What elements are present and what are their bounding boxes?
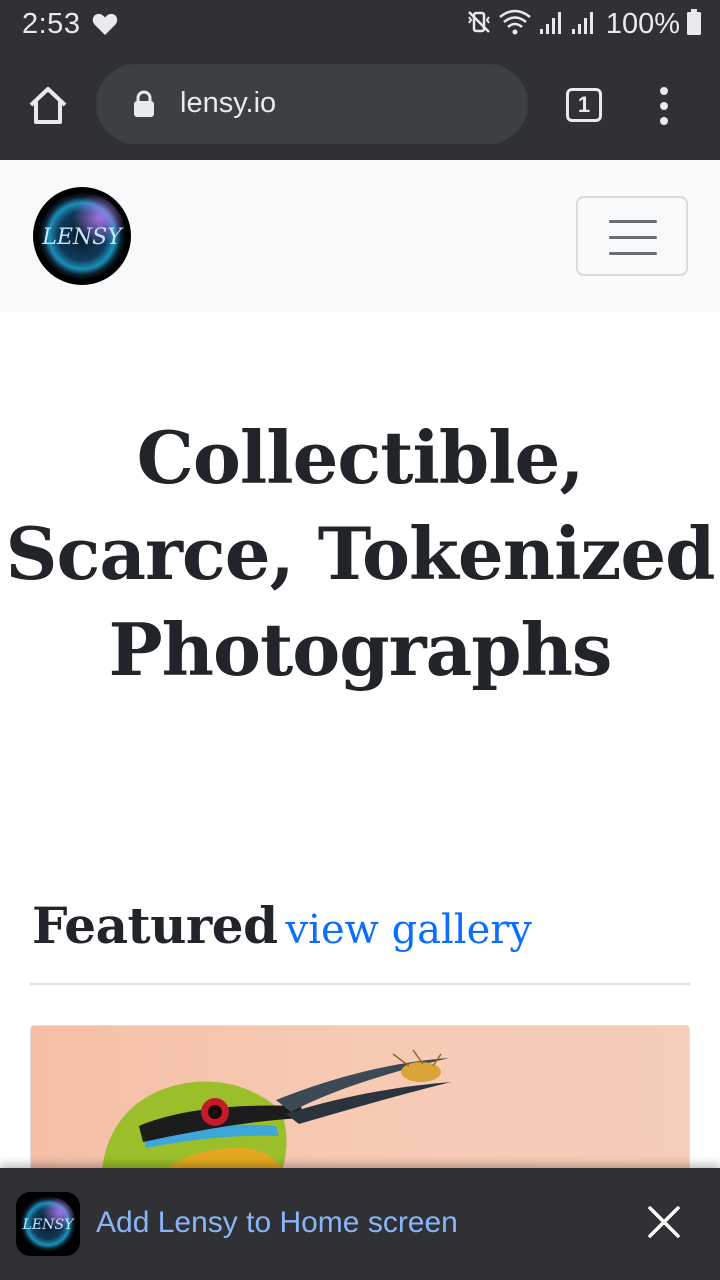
- battery-icon: [686, 8, 702, 41]
- signal-icon: [538, 9, 564, 40]
- hero-heading: Collectible, Scarce, Tokenized Photograp…: [0, 410, 720, 698]
- add-to-home-text[interactable]: Add Lensy to Home screen: [96, 1206, 458, 1240]
- navbar-toggle-button[interactable]: [576, 196, 688, 276]
- hamburger-menu-icon: [609, 236, 657, 239]
- wifi-icon: [498, 8, 532, 41]
- close-banner-button[interactable]: [646, 1204, 682, 1240]
- lock-icon: [132, 90, 156, 123]
- url-text: lensy.io: [180, 87, 277, 119]
- heart-icon: [92, 12, 118, 41]
- mute-vibrate-icon: [466, 9, 492, 40]
- view-gallery-link[interactable]: view gallery: [286, 907, 532, 953]
- status-bar: 2:53 100%: [0, 0, 720, 50]
- address-bar[interactable]: lensy.io: [96, 64, 528, 144]
- svg-text:LENSY: LENSY: [41, 225, 124, 250]
- svg-text:LENSY: LENSY: [22, 1217, 76, 1233]
- lensy-app-icon: LENSY: [16, 1192, 80, 1256]
- status-icons: 100%: [466, 8, 702, 41]
- add-to-home-banner[interactable]: LENSY Add Lensy to Home screen: [0, 1168, 720, 1280]
- lensy-logo[interactable]: LENSY: [32, 186, 132, 286]
- hamburger-menu-icon: [609, 252, 657, 255]
- featured-title: Featured: [32, 896, 278, 955]
- home-icon: [26, 87, 70, 132]
- close-icon: [646, 1206, 682, 1244]
- hero-line: Collectible,: [136, 415, 585, 500]
- status-time: 2:53: [22, 8, 81, 40]
- more-options-button[interactable]: [652, 82, 676, 130]
- browser-toolbar: lensy.io 1: [0, 50, 720, 160]
- site-navbar: LENSY: [0, 160, 720, 312]
- signal-icon: [570, 9, 596, 40]
- tabs-button[interactable]: 1: [566, 88, 602, 122]
- more-vert-icon: [652, 87, 676, 134]
- tab-count: 1: [577, 92, 591, 117]
- hamburger-menu-icon: [609, 220, 657, 223]
- featured-photo[interactable]: [30, 1025, 690, 1185]
- hero-line: Scarce, Tokenized: [5, 511, 716, 596]
- home-button[interactable]: [26, 84, 70, 128]
- divider: [30, 983, 690, 985]
- battery-percent: 100%: [605, 8, 680, 40]
- featured-header: Featured view gallery: [32, 896, 532, 955]
- hero-line: Photographs: [108, 607, 613, 692]
